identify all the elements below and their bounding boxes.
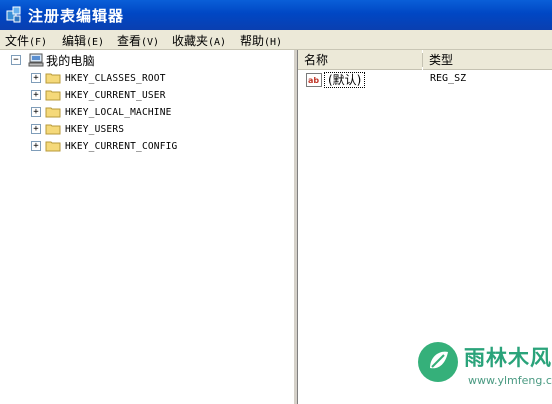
svg-text:ab: ab	[308, 76, 319, 85]
tree-node-hkey-current-user[interactable]: + HKEY_CURRENT_USER	[0, 87, 260, 103]
menu-edit-label: 编辑	[62, 34, 87, 48]
menu-file[interactable]: 文件(F)	[5, 32, 47, 49]
menu-view[interactable]: 查看(V)	[117, 32, 159, 49]
string-value-icon: ab	[306, 73, 322, 87]
leaf-logo-icon	[418, 342, 458, 382]
expand-toggle[interactable]: +	[31, 141, 41, 151]
expand-toggle[interactable]: +	[31, 107, 41, 117]
tree-node-label: HKEY_CLASSES_ROOT	[65, 73, 166, 84]
folder-icon	[45, 107, 61, 118]
tree-node-hkey-current-config[interactable]: + HKEY_CURRENT_CONFIG	[0, 138, 260, 154]
menu-edit[interactable]: 编辑(E)	[62, 32, 104, 49]
menu-file-mnemonic: (F)	[29, 37, 48, 48]
folder-icon	[45, 90, 61, 101]
menu-help-mnemonic: (H)	[264, 37, 283, 48]
folder-icon	[45, 141, 61, 152]
tree-node-label: HKEY_CURRENT_USER	[65, 90, 166, 101]
menu-favorites[interactable]: 收藏夹(A)	[172, 32, 226, 49]
expand-toggle[interactable]: +	[31, 73, 41, 83]
tree-node-hkey-users[interactable]: + HKEY_USERS	[0, 121, 260, 137]
tree-node-hkey-local-machine[interactable]: + HKEY_LOCAL_MACHINE	[0, 104, 260, 120]
menu-edit-mnemonic: (E)	[86, 37, 105, 48]
folder-icon	[45, 124, 61, 135]
registry-tree[interactable]: − 我的电脑 + HKEY_CLASSES_ROOT + HKEY_CURREN…	[0, 50, 297, 404]
watermark-brand: 雨林木风	[464, 346, 552, 370]
menu-favorites-label: 收藏夹	[172, 34, 209, 48]
tree-node-hkey-classes-root[interactable]: + HKEY_CLASSES_ROOT	[0, 70, 260, 86]
registry-editor-icon	[6, 6, 21, 23]
menu-view-mnemonic: (V)	[141, 37, 160, 48]
menu-help[interactable]: 帮助(H)	[240, 32, 282, 49]
tree-root-label: 我的电脑	[46, 54, 95, 68]
watermark-url: www.ylmfeng.com	[468, 374, 552, 387]
title-bar[interactable]: 注册表编辑器	[0, 0, 552, 30]
folder-icon	[45, 73, 61, 84]
tree-node-label: HKEY_LOCAL_MACHINE	[65, 107, 172, 118]
column-header-type[interactable]: 类型	[423, 50, 552, 70]
expand-toggle[interactable]: +	[31, 124, 41, 134]
value-type: REG_SZ	[430, 73, 467, 84]
column-header-name[interactable]: 名称	[298, 50, 422, 70]
menu-bar: 文件(F) 编辑(E) 查看(V) 收藏夹(A) 帮助(H)	[0, 30, 552, 50]
computer-icon	[28, 53, 44, 67]
menu-favorites-mnemonic: (A)	[208, 37, 227, 48]
window-title: 注册表编辑器	[28, 7, 125, 25]
expand-toggle[interactable]: +	[31, 90, 41, 100]
menu-view-label: 查看	[117, 34, 142, 48]
tree-root-my-computer[interactable]: − 我的电脑	[0, 52, 200, 68]
collapse-toggle[interactable]: −	[11, 55, 21, 65]
tree-node-label: HKEY_CURRENT_CONFIG	[65, 141, 178, 152]
tree-node-label: HKEY_USERS	[65, 124, 125, 135]
value-name: (默认)	[324, 72, 366, 88]
menu-help-label: 帮助	[240, 34, 265, 48]
menu-file-label: 文件	[5, 34, 30, 48]
